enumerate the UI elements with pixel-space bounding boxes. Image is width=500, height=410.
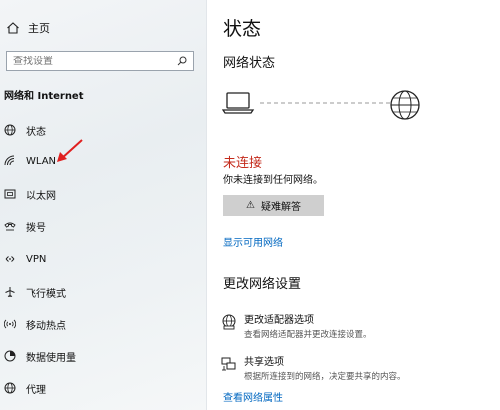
sidebar-item-proxy[interactable]: 代理 xyxy=(0,378,207,398)
sidebar-item-dialup[interactable]: 拨号 xyxy=(0,216,207,236)
laptop-icon xyxy=(222,92,255,114)
connection-status: 未连接 xyxy=(223,156,263,171)
home-icon xyxy=(7,22,19,34)
change-adapter-options[interactable]: 更改适配器选项 查看网络适配器并更改连接设置。 xyxy=(221,311,491,340)
hotspot-icon xyxy=(4,319,16,329)
sharing-icon xyxy=(221,357,236,371)
network-status-heading: 网络状态 xyxy=(223,56,276,71)
show-available-networks-link[interactable]: 显示可用网络 xyxy=(223,234,283,249)
vpn-icon xyxy=(5,256,15,262)
sidebar-item-label: 状态 xyxy=(26,126,46,138)
search-input[interactable] xyxy=(13,55,177,67)
setting-description: 根据所连接到的网络，决定要共享的内容。 xyxy=(244,372,406,382)
proxy-globe-icon xyxy=(4,382,16,394)
sidebar-item-label: WLAN xyxy=(26,155,57,167)
network-diagram xyxy=(222,90,420,120)
sidebar-item-vpn[interactable]: VPN xyxy=(0,249,207,269)
sidebar-item-status[interactable]: 状态 xyxy=(0,120,207,140)
setting-title: 更改适配器选项 xyxy=(244,315,314,326)
setting-title: 共享选项 xyxy=(244,357,284,368)
wifi-icon xyxy=(4,155,15,166)
sidebar-item-label: 移动热点 xyxy=(26,320,66,332)
sidebar-item-ethernet[interactable]: 以太网 xyxy=(0,184,207,204)
airplane-icon xyxy=(5,287,15,297)
sidebar-item-label: VPN xyxy=(26,253,47,265)
change-settings-heading: 更改网络设置 xyxy=(223,277,302,292)
section-title: 网络和 Internet xyxy=(4,91,84,102)
sidebar-item-airplane[interactable]: 飞行模式 xyxy=(0,282,207,302)
sidebar-item-label: 数据使用量 xyxy=(26,352,76,364)
sharing-options[interactable]: 共享选项 根据所连接到的网络，决定要共享的内容。 xyxy=(221,353,491,382)
warning-icon: ⚠ xyxy=(246,200,255,211)
troubleshoot-label: 疑难解答 xyxy=(260,202,301,213)
sidebar-item-label: 飞行模式 xyxy=(26,288,66,300)
ethernet-icon xyxy=(4,189,16,199)
dialup-icon xyxy=(4,222,16,231)
sidebar-item-label: 代理 xyxy=(26,384,46,396)
sidebar-item-data-usage[interactable]: 数据使用量 xyxy=(0,346,207,366)
internet-globe-icon xyxy=(390,90,420,120)
adapter-icon xyxy=(222,314,236,330)
troubleshoot-button[interactable]: ⚠ 疑难解答 xyxy=(223,195,324,216)
page-title: 状态 xyxy=(223,18,262,40)
view-network-properties-link[interactable]: 查看网络属性 xyxy=(223,389,283,404)
sidebar-item-label: 拨号 xyxy=(26,222,46,234)
sidebar-item-label: 以太网 xyxy=(26,190,56,202)
sidebar: 主页 网络和 Internet 状态 WLAN 以太网 xyxy=(0,0,207,410)
setting-description: 查看网络适配器并更改连接设置。 xyxy=(244,330,372,340)
sidebar-item-wlan[interactable]: WLAN xyxy=(0,151,207,171)
sidebar-item-hotspot[interactable]: 移动热点 xyxy=(0,314,207,334)
search-box[interactable] xyxy=(6,51,194,71)
search-icon[interactable] xyxy=(177,56,187,66)
globe-icon xyxy=(4,124,16,136)
main-content: 状态 网络状态 未连接 你未连接到任何网络。 ⚠ 疑难解答 显示可用网络 更改网… xyxy=(208,0,500,410)
connection-status-detail: 你未连接到任何网络。 xyxy=(223,175,323,186)
annotation-arrow-icon xyxy=(57,139,83,162)
home-label: 主页 xyxy=(28,22,50,35)
home-nav[interactable]: 主页 xyxy=(6,19,50,37)
data-usage-icon xyxy=(4,350,16,362)
